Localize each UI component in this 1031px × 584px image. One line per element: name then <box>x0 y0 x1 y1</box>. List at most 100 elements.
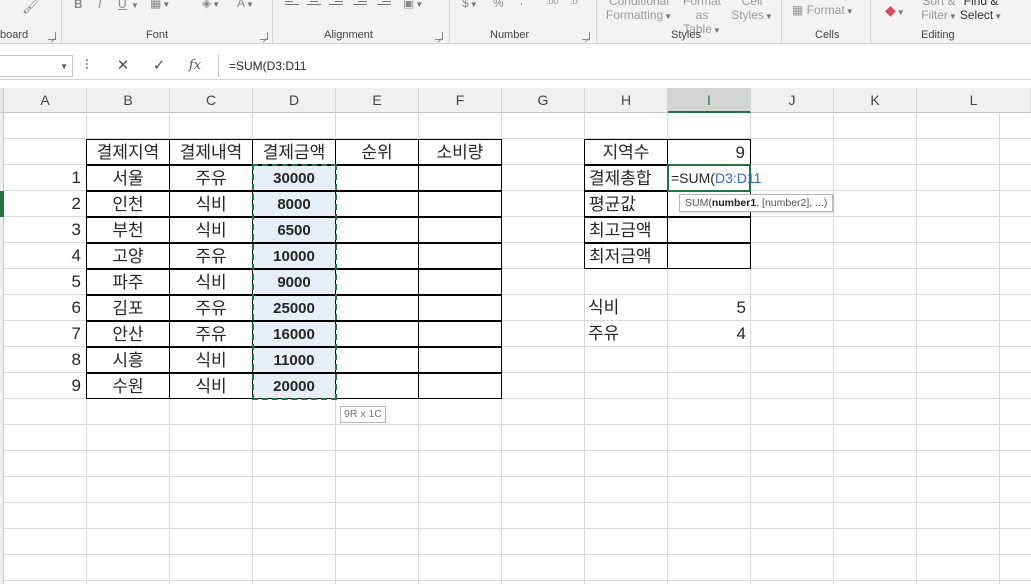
region-cell[interactable]: 파주 <box>86 269 170 295</box>
amount-header[interactable]: 결제금액 <box>252 139 336 165</box>
type-cell[interactable]: 주유 <box>169 321 253 347</box>
alignment-launcher-icon[interactable] <box>435 32 443 40</box>
clipboard-launcher-icon[interactable] <box>48 32 56 40</box>
region-cell[interactable]: 인천 <box>86 191 170 217</box>
decrease-indent-icon[interactable] <box>353 0 367 8</box>
formula-bar-grip-icon[interactable] <box>86 59 88 73</box>
region-cell[interactable]: 수원 <box>86 373 170 399</box>
consumption-cell[interactable] <box>418 165 502 191</box>
find-select-button[interactable]: Find & Select▼ <box>959 0 1003 24</box>
row-number-cell[interactable]: 8 <box>2 347 86 373</box>
function-arguments-tooltip[interactable]: SUM(number1, [number2], ...) <box>679 194 834 212</box>
decrease-decimal-icon[interactable]: .0 <box>570 0 578 6</box>
rank-header[interactable]: 순위 <box>335 139 419 165</box>
format-button[interactable]: ▦ Format▼ <box>792 3 854 17</box>
merge-center-icon[interactable]: ▣▼ <box>403 0 423 10</box>
amount-cell[interactable]: 25000 <box>252 295 336 321</box>
consumption-cell[interactable] <box>418 243 502 269</box>
increase-indent-icon[interactable] <box>377 0 391 8</box>
region-cell[interactable]: 김포 <box>86 295 170 321</box>
rank-cell[interactable] <box>335 243 419 269</box>
type-header[interactable]: 결제내역 <box>169 139 253 165</box>
row-number-cell[interactable]: 7 <box>2 321 86 347</box>
fill-color-icon[interactable]: ◈▼ <box>202 0 220 10</box>
type-cell[interactable]: 식비 <box>169 191 253 217</box>
category-label-food[interactable]: 식비 <box>584 295 668 321</box>
amount-cell[interactable]: 30000 <box>252 165 336 191</box>
row-number-cell[interactable]: 4 <box>2 243 86 269</box>
column-header-i[interactable]: I <box>668 88 751 113</box>
active-cell-editor[interactable]: =SUM(D3:D11 <box>667 164 761 192</box>
rank-cell[interactable] <box>335 295 419 321</box>
font-color-icon[interactable]: A▼ <box>237 0 254 10</box>
column-header-k[interactable]: K <box>834 88 917 113</box>
formula-input[interactable]: =SUM(D3:D11 <box>218 55 1031 77</box>
name-box-dropdown-icon[interactable]: ▼ <box>60 62 68 71</box>
amount-cell[interactable]: 6500 <box>252 217 336 243</box>
region-cell[interactable]: 시흥 <box>86 347 170 373</box>
row-number-cell[interactable]: 6 <box>2 295 86 321</box>
rank-cell[interactable] <box>335 165 419 191</box>
row-number-cell[interactable]: 5 <box>2 269 86 295</box>
consumption-cell[interactable] <box>418 191 502 217</box>
type-cell[interactable]: 주유 <box>169 165 253 191</box>
comma-style-icon[interactable]: , <box>520 0 523 7</box>
max-label[interactable]: 최고금액 <box>584 217 668 243</box>
type-cell[interactable]: 식비 <box>169 347 253 373</box>
min-label[interactable]: 최저금액 <box>584 243 668 269</box>
align-right-icon[interactable] <box>329 0 343 8</box>
amount-cell[interactable]: 8000 <box>252 191 336 217</box>
min-value-cell[interactable] <box>667 243 751 269</box>
consumption-header[interactable]: 소비량 <box>418 139 502 165</box>
region-cell[interactable]: 서울 <box>86 165 170 191</box>
rank-cell[interactable] <box>335 217 419 243</box>
rank-cell[interactable] <box>335 269 419 295</box>
region-cell[interactable]: 부천 <box>86 217 170 243</box>
amount-cell[interactable]: 16000 <box>252 321 336 347</box>
region-header[interactable]: 결제지역 <box>86 139 170 165</box>
column-header-c[interactable]: C <box>170 88 253 113</box>
category-value-fuel[interactable]: 4 <box>667 321 751 347</box>
number-launcher-icon[interactable] <box>582 32 590 40</box>
italic-button[interactable]: I <box>98 0 101 11</box>
row-number-cell[interactable]: 1 <box>2 165 86 191</box>
amount-cell[interactable]: 9000 <box>252 269 336 295</box>
font-launcher-icon[interactable] <box>260 32 268 40</box>
rank-cell[interactable] <box>335 373 419 399</box>
underline-dropdown-icon[interactable]: ▼ <box>130 0 139 11</box>
sort-filter-button[interactable]: Sort & Filter▼ <box>919 0 959 24</box>
type-cell[interactable]: 주유 <box>169 295 253 321</box>
column-header-h[interactable]: H <box>585 88 668 113</box>
type-cell[interactable]: 식비 <box>169 269 253 295</box>
column-header-e[interactable]: E <box>336 88 419 113</box>
column-header-d[interactable]: D <box>253 88 336 113</box>
consumption-cell[interactable] <box>418 217 502 243</box>
row-number-cell[interactable]: 9 <box>2 373 86 399</box>
average-label[interactable]: 평균값 <box>584 191 668 217</box>
column-header-a[interactable]: A <box>4 88 87 113</box>
increase-decimal-icon[interactable]: .00 <box>546 0 559 6</box>
rank-cell[interactable] <box>335 321 419 347</box>
amount-cell[interactable]: 11000 <box>252 347 336 373</box>
type-cell[interactable]: 식비 <box>169 217 253 243</box>
amount-cell[interactable]: 10000 <box>252 243 336 269</box>
cancel-icon[interactable]: ✕ <box>109 55 137 77</box>
currency-button[interactable]: $▼ <box>462 0 478 10</box>
type-cell[interactable]: 식비 <box>169 373 253 399</box>
consumption-cell[interactable] <box>418 321 502 347</box>
category-value-food[interactable]: 5 <box>667 295 751 321</box>
consumption-cell[interactable] <box>418 269 502 295</box>
row-number-cell[interactable]: 2 <box>2 191 86 217</box>
category-label-fuel[interactable]: 주유 <box>584 321 668 347</box>
enter-check-icon[interactable]: ✓ <box>145 55 173 77</box>
format-painter-icon[interactable]: 🖌 <box>22 0 40 15</box>
rank-cell[interactable] <box>335 191 419 217</box>
region-count-value[interactable]: 9 <box>667 139 751 165</box>
align-left-icon[interactable] <box>285 0 299 8</box>
rank-cell[interactable] <box>335 347 419 373</box>
max-value-cell[interactable] <box>667 217 751 243</box>
row-number-cell[interactable]: 3 <box>2 217 86 243</box>
total-label[interactable]: 결제총합 <box>584 165 668 191</box>
consumption-cell[interactable] <box>418 295 502 321</box>
insert-function-icon[interactable]: fx <box>181 55 209 77</box>
